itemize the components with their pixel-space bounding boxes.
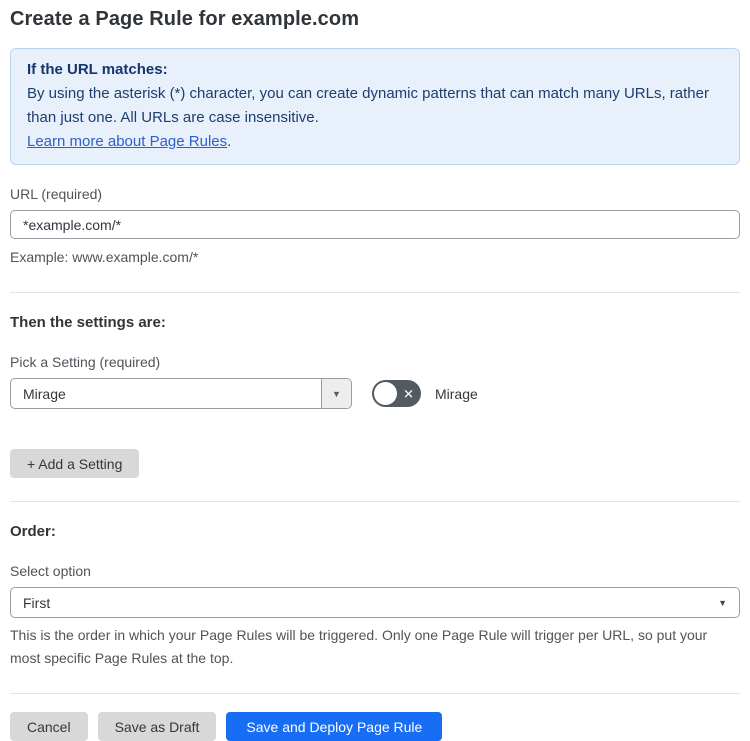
save-draft-button[interactable]: Save as Draft — [97, 712, 217, 741]
url-input[interactable] — [10, 210, 740, 239]
url-field-helper: Example: www.example.com/* — [10, 249, 199, 265]
order-helper: This is the order in which your Page Rul… — [10, 627, 708, 666]
url-field-label: URL (required) — [10, 186, 103, 202]
divider — [10, 292, 740, 293]
link-suffix: . — [227, 133, 232, 150]
info-box-body: By using the asterisk (*) character, you… — [27, 85, 709, 126]
mirage-toggle[interactable]: ✕ — [372, 380, 421, 407]
setting-row: Mirage ▼ ✕ Mirage — [10, 378, 740, 409]
add-setting-button[interactable]: + Add a Setting — [10, 449, 140, 478]
x-icon: ✕ — [403, 386, 414, 401]
setting-dropdown[interactable]: Mirage ▼ — [10, 378, 352, 409]
settings-section-heading: Then the settings are: — [10, 314, 166, 331]
page-title: Create a Page Rule for example.com — [10, 8, 360, 30]
info-box-link-line: Learn more about Page Rules. — [27, 130, 723, 154]
order-section-heading: Order: — [10, 523, 56, 540]
order-select-value: First — [23, 594, 51, 611]
toggle-knob — [374, 382, 397, 405]
action-buttons-row: Cancel Save as Draft Save and Deploy Pag… — [10, 712, 740, 741]
setting-dropdown-value: Mirage — [23, 385, 66, 402]
cancel-button[interactable]: Cancel — [10, 712, 88, 741]
save-deploy-button[interactable]: Save and Deploy Page Rule — [226, 712, 443, 741]
learn-more-link[interactable]: Learn more about Page Rules — [27, 133, 227, 150]
order-select[interactable]: First ▼ — [10, 587, 740, 618]
toggle-label: Mirage — [435, 385, 478, 402]
chevron-down-icon[interactable]: ▼ — [321, 379, 351, 408]
divider — [10, 693, 740, 694]
url-match-info-box: If the URL matches: By using the asteris… — [10, 48, 740, 165]
info-box-heading: If the URL matches: — [27, 61, 168, 78]
divider — [10, 501, 740, 502]
select-option-label: Select option — [10, 563, 91, 579]
pick-setting-label: Pick a Setting (required) — [10, 354, 161, 370]
chevron-down-icon: ▼ — [718, 597, 727, 608]
create-page-rule-form: Create a Page Rule for example.com If th… — [0, 0, 750, 741]
